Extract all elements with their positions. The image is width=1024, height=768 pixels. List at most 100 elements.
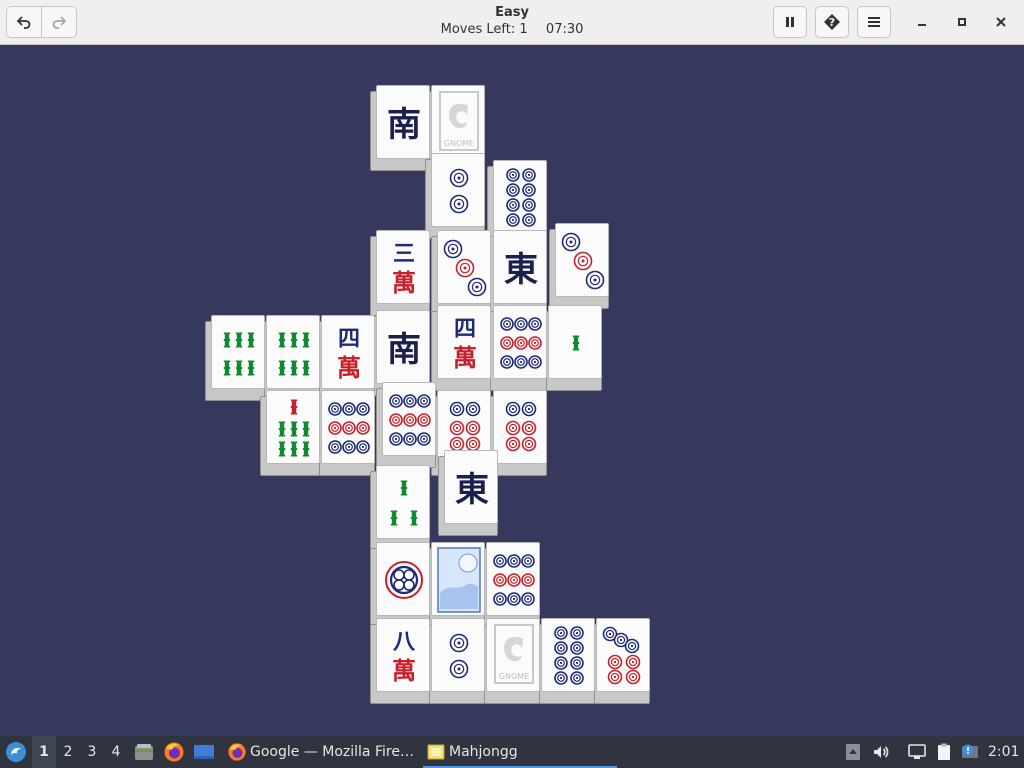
firefox-icon[interactable] xyxy=(163,741,185,763)
mahjong-tile-wind-south[interactable]: 南 xyxy=(370,85,436,171)
tile-face-art: 三萬 xyxy=(392,242,416,297)
mahjong-tile-circle-2[interactable] xyxy=(425,153,491,239)
undo-button[interactable] xyxy=(6,6,42,38)
mahjong-tile-character-8[interactable]: 八萬 xyxy=(370,618,436,704)
tile-face-art: 四萬 xyxy=(337,327,361,382)
svg-text:南: 南 xyxy=(387,105,421,145)
mahjong-tile-season-winter[interactable] xyxy=(425,542,491,628)
tile-face-art xyxy=(390,480,418,526)
tile-face xyxy=(266,315,320,389)
mahjong-tile-wind-east[interactable]: 東 xyxy=(438,450,504,536)
tile-face xyxy=(376,465,430,539)
tray-expand-icon[interactable] xyxy=(843,742,863,762)
tile-face-art xyxy=(385,561,423,599)
tile-face: 南 xyxy=(376,310,430,384)
tile-face xyxy=(376,542,430,616)
show-desktop-icon[interactable] xyxy=(193,741,215,763)
tile-face-art: 八萬 xyxy=(392,630,416,685)
taskbar-item-firefox[interactable]: Google — Mozilla Fire… xyxy=(224,736,416,768)
mahjong-tile-bamboo-6[interactable] xyxy=(205,315,271,401)
taskbar-item-mahjongg[interactable]: Mahjongg xyxy=(423,736,617,768)
mahjong-tile-character-3[interactable]: 三萬 xyxy=(370,230,436,316)
mahjong-tile-circle-9[interactable] xyxy=(487,305,553,391)
mahjong-tile-circle-2[interactable] xyxy=(425,618,491,704)
tile-face: GNOME xyxy=(486,618,540,692)
close-icon xyxy=(996,17,1006,27)
mahjong-tile-circle-1[interactable] xyxy=(370,542,436,628)
mahjong-tile-circle-9[interactable] xyxy=(376,382,442,468)
clipboard-icon[interactable] xyxy=(934,742,954,762)
workspace-3[interactable]: 3 xyxy=(80,736,104,768)
taskbar-item-label: Google — Mozilla Fire… xyxy=(250,744,414,760)
svg-text:三: 三 xyxy=(393,242,415,267)
updates-icon[interactable] xyxy=(960,742,980,762)
maximize-icon xyxy=(958,18,966,26)
tile-face xyxy=(211,315,265,389)
svg-text:萬: 萬 xyxy=(337,354,361,382)
tile-face-art: GNOME xyxy=(494,624,534,684)
mahjong-tile-wind-east[interactable]: 東 xyxy=(487,230,553,316)
svg-text:?: ? xyxy=(829,16,835,29)
redo-arrow-icon xyxy=(52,16,67,29)
minimize-button[interactable] xyxy=(908,8,936,36)
mahjong-tile-circle-9[interactable] xyxy=(480,542,546,628)
mahjong-tile-bamboo-3[interactable] xyxy=(370,465,436,551)
mahjong-tile-character-4[interactable]: 四萬 xyxy=(315,315,381,401)
tile-face-art: 南 xyxy=(387,330,421,370)
mahjong-tile-circle-8[interactable] xyxy=(487,160,553,246)
tile-face xyxy=(382,382,436,456)
mahjong-tile-circle-7[interactable] xyxy=(590,618,656,704)
pause-button[interactable] xyxy=(773,6,807,38)
undo-arrow-icon xyxy=(16,16,31,29)
tile-face: 南 xyxy=(376,85,430,159)
tile-face-art: GNOME xyxy=(439,91,479,151)
tile-face xyxy=(431,618,485,692)
minimize-icon xyxy=(918,24,926,26)
mahjong-tile-circle-8[interactable] xyxy=(535,618,601,704)
mahjong-tile-bamboo-1[interactable] xyxy=(542,305,608,391)
workspace-2[interactable]: 2 xyxy=(56,736,80,768)
tile-face xyxy=(541,618,595,692)
files-icon[interactable] xyxy=(133,741,155,763)
hamburger-menu-icon xyxy=(868,17,880,27)
mahjong-tile-circle-3[interactable] xyxy=(431,230,497,316)
pause-icon xyxy=(786,17,794,27)
mahjong-tile-bamboo-6[interactable] xyxy=(260,315,326,401)
game-status: Moves Left: 1 07:30 xyxy=(380,21,644,39)
moves-left-label: Moves Left: xyxy=(440,22,516,37)
svg-text:南: 南 xyxy=(387,330,421,370)
mahjong-tile-circle-9[interactable] xyxy=(315,390,381,476)
mahjong-tile-circle-3[interactable] xyxy=(549,223,615,309)
moves-left-value: 1 xyxy=(519,22,528,37)
start-menu-icon[interactable] xyxy=(5,741,27,763)
close-button[interactable] xyxy=(987,8,1015,36)
workspace-1[interactable]: 1 xyxy=(32,736,56,768)
network-icon[interactable] xyxy=(907,742,927,762)
firefox-icon xyxy=(228,743,246,761)
maximize-button[interactable] xyxy=(948,8,976,36)
svg-text:GNOME: GNOME xyxy=(444,139,474,148)
workspace-4[interactable]: 4 xyxy=(104,736,128,768)
hint-question-icon: ? xyxy=(824,14,840,30)
tile-face xyxy=(266,390,320,464)
svg-text:萬: 萬 xyxy=(392,269,416,297)
mahjong-tile-bamboo-7[interactable] xyxy=(260,390,326,476)
volume-icon[interactable] xyxy=(871,742,891,762)
mahjong-tile-gnome[interactable]: GNOME xyxy=(480,618,546,704)
redo-button[interactable] xyxy=(41,6,77,38)
tile-face-art xyxy=(493,554,535,606)
tile-face-art: 東 xyxy=(504,250,538,290)
main-menu-button[interactable] xyxy=(857,6,891,38)
tile-face-art xyxy=(500,317,542,369)
tile-face-art xyxy=(449,633,469,679)
tile-face: 東 xyxy=(493,230,547,304)
mahjong-tile-character-4[interactable]: 四萬 xyxy=(431,305,497,391)
window-title: Easy xyxy=(495,5,529,20)
hint-button[interactable]: ? xyxy=(815,6,849,38)
svg-text:四: 四 xyxy=(454,317,476,342)
tile-face: 四萬 xyxy=(321,315,375,389)
tile-face-art xyxy=(389,394,431,446)
tile-face-art xyxy=(278,332,310,376)
mahjong-tile-wind-south[interactable]: 南 xyxy=(370,310,436,396)
tile-face xyxy=(431,542,485,616)
